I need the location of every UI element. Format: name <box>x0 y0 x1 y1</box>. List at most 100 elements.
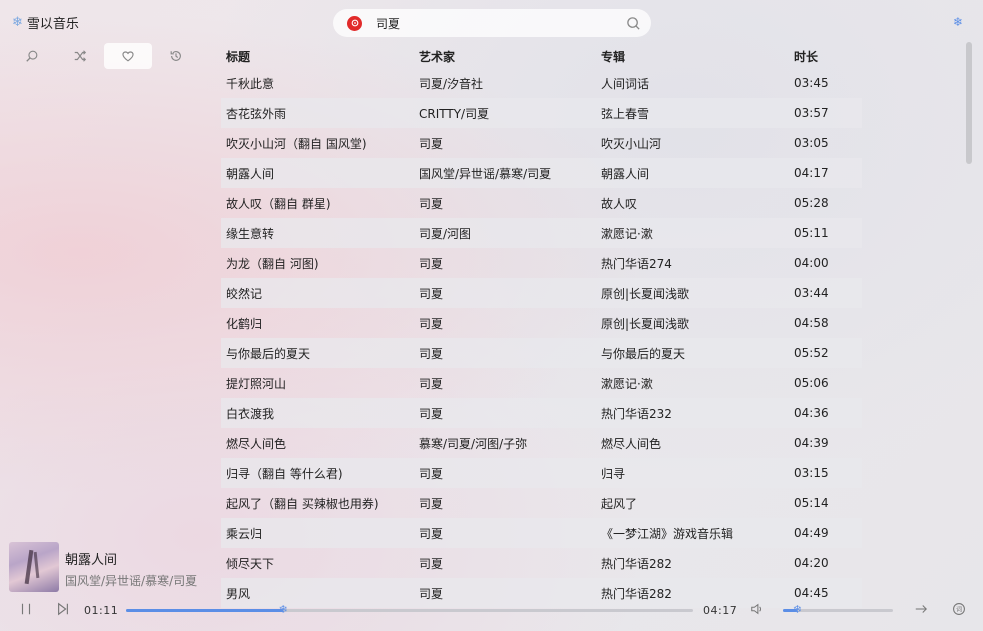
nav-shuffle-button[interactable] <box>56 43 104 69</box>
table-row[interactable]: 杏花弦外雨 CRITTY/司夏 弦上春雪 03:57 <box>221 98 862 128</box>
song-title-cell: 归寻（翻自 等什么君) <box>226 466 343 481</box>
header-duration[interactable]: 时长 <box>789 48 862 65</box>
table-row[interactable]: 吹灭小山河（翻自 国风堂) 司夏 吹灭小山河 03:05 <box>221 128 862 158</box>
table-row[interactable]: 故人叹（翻自 群星) 司夏 故人叹 05:28 <box>221 188 862 218</box>
history-icon <box>170 51 181 61</box>
song-album-cell: 故人叹 <box>601 196 638 211</box>
song-title-cell: 朝露人间 <box>226 166 275 181</box>
music-app-window: ❄ 雪以音乐 ❄ 标题 艺术家 专辑 时长 <box>0 0 983 631</box>
progress-knob-icon[interactable]: ❄ <box>277 604 289 616</box>
scrollbar-thumb[interactable] <box>966 42 972 164</box>
app-brand: ❄ 雪以音乐 <box>12 13 79 32</box>
netease-music-icon[interactable] <box>347 15 362 31</box>
table-row[interactable]: 化鹤归 司夏 原创|长夏闻浅歌 04:58 <box>221 308 862 338</box>
song-artist-cell: 司夏 <box>419 196 444 211</box>
lyrics-icon: 词 <box>953 603 965 615</box>
table-row[interactable]: 燃尽人间色 慕寒/司夏/河图/子弥 燃尽人间色 04:39 <box>221 428 862 458</box>
song-album-cell: 原创|长夏闻浅歌 <box>601 316 690 331</box>
table-row[interactable]: 起风了（翻自 买辣椒也用券) 司夏 起风了 05:14 <box>221 488 862 518</box>
search-icon <box>26 50 38 62</box>
table-row[interactable]: 皎然记 司夏 原创|长夏闻浅歌 03:44 <box>221 278 862 308</box>
sidebar-nav <box>8 43 200 69</box>
heart-icon <box>122 51 134 62</box>
song-title-cell: 化鹤归 <box>226 316 263 331</box>
song-artist-cell: 司夏/河图 <box>419 226 472 241</box>
song-album-cell: 燃尽人间色 <box>601 436 662 451</box>
table-row[interactable]: 归寻（翻自 等什么君) 司夏 归寻 03:15 <box>221 458 862 488</box>
song-album-cell: 归寻 <box>601 466 626 481</box>
song-album-cell: 漱愿记·漱 <box>601 226 653 241</box>
song-artist-cell: 慕寒/司夏/河图/子弥 <box>419 436 528 451</box>
header-title[interactable]: 标题 <box>221 48 414 65</box>
song-title-cell: 吹灭小山河（翻自 国风堂) <box>226 136 367 151</box>
table-row[interactable]: 与你最后的夏天 司夏 与你最后的夏天 05:52 <box>221 338 862 368</box>
song-album-cell: 朝露人间 <box>601 166 650 181</box>
song-duration-cell: 04:00 <box>794 256 829 270</box>
song-duration-cell: 03:15 <box>794 466 829 480</box>
shuffle-icon <box>74 50 87 62</box>
song-artist-cell: 司夏/汐音社 <box>419 76 484 91</box>
album-cover[interactable] <box>9 542 59 592</box>
table-row[interactable]: 提灯照河山 司夏 漱愿记·漱 05:06 <box>221 368 862 398</box>
song-title-cell: 提灯照河山 <box>226 376 287 391</box>
settings-snowflake-icon[interactable]: ❄ <box>951 15 965 29</box>
song-artist-cell: 司夏 <box>419 496 444 511</box>
snowflake-icon: ❄ <box>12 15 23 30</box>
pause-button[interactable] <box>19 602 33 616</box>
total-duration: 04:17 <box>703 604 738 617</box>
song-album-cell: 吹灭小山河 <box>601 136 662 151</box>
song-title-cell: 白衣渡我 <box>226 406 275 421</box>
progress-fill <box>126 609 284 612</box>
table-row[interactable]: 朝露人间 国风堂/异世谣/慕寒/司夏 朝露人间 04:17 <box>221 158 862 188</box>
song-artist-cell: 司夏 <box>419 136 444 151</box>
song-album-cell: 起风了 <box>601 496 638 511</box>
song-album-cell: 热门华语274 <box>601 256 672 271</box>
song-table: 标题 艺术家 专辑 时长 千秋此意 司夏/汐音社 人间词话 03:45 杏花弦外雨 CRI… <box>221 44 862 617</box>
progress-bar[interactable]: ❄ <box>126 604 693 616</box>
song-artist-cell: 司夏 <box>419 346 444 361</box>
volume-knob-icon[interactable]: ❄ <box>791 604 803 616</box>
table-row[interactable]: 千秋此意 司夏/汐音社 人间词话 03:45 <box>221 68 862 98</box>
song-title-cell: 与你最后的夏天 <box>226 346 311 361</box>
song-duration-cell: 05:11 <box>794 226 829 240</box>
song-artist-cell: 司夏 <box>419 316 444 331</box>
search-input[interactable] <box>376 16 626 30</box>
header-artist[interactable]: 艺术家 <box>414 48 596 65</box>
play-mode-button[interactable] <box>914 602 928 616</box>
song-title-cell: 千秋此意 <box>226 76 275 91</box>
table-row[interactable]: 为龙（翻自 河图) 司夏 热门华语274 04:00 <box>221 248 862 278</box>
volume-button[interactable] <box>750 602 764 616</box>
now-playing-artist[interactable]: 国风堂/异世谣/慕寒/司夏 <box>65 572 197 589</box>
nav-favorites-button[interactable] <box>104 43 152 69</box>
now-playing-title[interactable]: 朝露人间 <box>65 549 117 568</box>
player-bar: 朝露人间 国风堂/异世谣/慕寒/司夏 01:11 ❄ 04:17 ❄ 词 <box>0 537 983 631</box>
next-track-button[interactable] <box>56 602 70 616</box>
table-row[interactable]: 缘生意转 司夏/河图 漱愿记·漱 05:11 <box>221 218 862 248</box>
nav-history-button[interactable] <box>152 43 200 69</box>
song-album-cell: 人间词话 <box>601 76 650 91</box>
song-duration-cell: 04:39 <box>794 436 829 450</box>
song-album-cell: 与你最后的夏天 <box>601 346 686 361</box>
song-artist-cell: 司夏 <box>419 286 444 301</box>
lyrics-button[interactable]: 词 <box>952 602 966 616</box>
song-duration-cell: 05:52 <box>794 346 829 360</box>
search-box[interactable] <box>333 9 651 37</box>
search-icon[interactable] <box>626 16 641 31</box>
song-artist-cell: 司夏 <box>419 376 444 391</box>
song-title-cell: 燃尽人间色 <box>226 436 287 451</box>
pause-icon <box>21 603 31 615</box>
song-duration-cell: 05:06 <box>794 376 829 390</box>
song-duration-cell: 03:57 <box>794 106 829 120</box>
volume-slider[interactable]: ❄ <box>783 604 893 616</box>
song-duration-cell: 04:36 <box>794 406 829 420</box>
table-row[interactable]: 白衣渡我 司夏 热门华语232 04:36 <box>221 398 862 428</box>
elapsed-time: 01:11 <box>84 604 119 617</box>
song-title-cell: 缘生意转 <box>226 226 275 241</box>
song-duration-cell: 05:14 <box>794 496 829 510</box>
nav-search-button[interactable] <box>8 43 56 69</box>
song-duration-cell: 05:28 <box>794 196 829 210</box>
song-duration-cell: 03:45 <box>794 76 829 90</box>
song-title-cell: 故人叹（翻自 群星) <box>226 196 331 211</box>
header-album[interactable]: 专辑 <box>596 48 789 65</box>
song-duration-cell: 03:44 <box>794 286 829 300</box>
